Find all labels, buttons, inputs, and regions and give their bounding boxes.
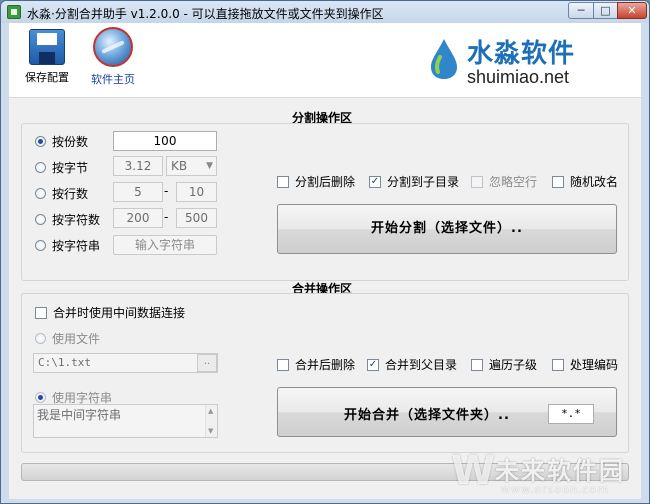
scroll-down-icon: ▼ bbox=[208, 427, 214, 435]
brand-name-cn: 水淼软件 bbox=[467, 39, 576, 69]
check-icon: ✓ bbox=[367, 358, 379, 371]
split-mode-chars[interactable]: 按字符数 bbox=[35, 211, 100, 228]
merge-option-delete[interactable]: 合并后删除 bbox=[277, 356, 355, 373]
chars-to-input[interactable]: 500 bbox=[176, 208, 217, 228]
split-option-delete[interactable]: 分割后删除 bbox=[277, 173, 355, 190]
middle-file-input[interactable]: C:\1.txt bbox=[33, 353, 218, 373]
textarea-scrollbar[interactable]: ▲ ▼ bbox=[205, 405, 217, 437]
app-icon bbox=[7, 5, 21, 19]
check-icon: ✓ bbox=[369, 175, 381, 188]
split-mode-lines[interactable]: 按行数 bbox=[35, 185, 88, 202]
split-option-subdir[interactable]: ✓ 分割到子目录 bbox=[369, 173, 459, 190]
checkbox-indicator bbox=[277, 358, 289, 371]
header: 保存配置 软件主页 水淼软件 shuimiao.net bbox=[9, 23, 641, 98]
bytes-unit-select[interactable]: KB ▼ bbox=[166, 156, 217, 176]
homepage-label: 软件主页 bbox=[91, 73, 135, 86]
merge-option-label: 遍历子级 bbox=[489, 358, 538, 372]
split-mode-parts[interactable]: 按份数 bbox=[35, 133, 88, 150]
split-option-label: 分割到子目录 bbox=[387, 175, 460, 189]
checkbox-indicator bbox=[277, 175, 289, 188]
split-mode-label: 按份数 bbox=[52, 135, 89, 149]
globe-icon bbox=[93, 27, 133, 67]
use-file-label: 使用文件 bbox=[52, 332, 101, 346]
split-mode-bytes[interactable]: 按字节 bbox=[35, 159, 88, 176]
brand-logo: 水淼软件 shuimiao.net bbox=[427, 29, 617, 91]
lines-to-input[interactable]: 10 bbox=[176, 182, 217, 202]
maximize-button[interactable]: □ bbox=[593, 2, 618, 19]
app-window: 水淼·分割合并助手 v1.2.0.0 - 可以直接拖放文件或文件夹到操作区 ─ … bbox=[0, 0, 650, 504]
middle-string-textarea[interactable]: 我是中间字符串 ▲ ▼ bbox=[33, 404, 218, 438]
title-bar[interactable]: 水淼·分割合并助手 v1.2.0.0 - 可以直接拖放文件或文件夹到操作区 ─ … bbox=[1, 1, 649, 23]
client-area: 保存配置 软件主页 水淼软件 shuimiao.net 分割操作区 按份数 10… bbox=[9, 23, 641, 499]
split-option-label: 忽略空行 bbox=[489, 175, 538, 189]
split-mode-string[interactable]: 按字符串 bbox=[35, 237, 100, 254]
browse-button[interactable]: .. bbox=[197, 354, 217, 372]
radio-indicator bbox=[35, 240, 46, 251]
lines-from-input[interactable]: 5 bbox=[113, 182, 163, 202]
use-middle-data-label: 合并时使用中间数据连接 bbox=[53, 306, 186, 320]
split-option-label: 分割后删除 bbox=[295, 175, 356, 189]
input-string-button[interactable]: 输入字符串 bbox=[113, 235, 217, 255]
bytes-unit-value: KB bbox=[171, 159, 188, 173]
split-option-label: 随机改名 bbox=[570, 175, 619, 189]
start-merge-label: 开始合并（选择文件夹）.. bbox=[344, 408, 510, 423]
progress-bar bbox=[21, 463, 629, 481]
split-mode-label: 按行数 bbox=[52, 187, 89, 201]
window-title: 水淼·分割合并助手 v1.2.0.0 - 可以直接拖放文件或文件夹到操作区 bbox=[27, 7, 384, 21]
scroll-up-icon: ▲ bbox=[208, 407, 214, 415]
split-option-ignore-empty[interactable]: 忽略空行 bbox=[471, 173, 537, 190]
merge-option-traverse[interactable]: 遍历子级 bbox=[471, 356, 537, 373]
save-config-button[interactable]: 保存配置 bbox=[23, 29, 71, 85]
minimize-button[interactable]: ─ bbox=[568, 2, 594, 19]
brand-name-en: shuimiao.net bbox=[467, 67, 570, 87]
extension-filter-input[interactable]: *.* bbox=[548, 404, 594, 424]
chevron-down-icon: ▼ bbox=[206, 161, 213, 171]
use-middle-data-checkbox[interactable]: 合并时使用中间数据连接 bbox=[35, 304, 185, 321]
radio-indicator bbox=[35, 136, 46, 147]
split-mode-label: 按字节 bbox=[52, 161, 89, 175]
start-merge-button[interactable]: 开始合并（选择文件夹）.. *.* bbox=[277, 387, 617, 437]
use-file-radio[interactable]: 使用文件 bbox=[35, 330, 100, 347]
checkbox-indicator bbox=[552, 358, 564, 371]
water-drop-icon bbox=[431, 39, 457, 79]
radio-indicator bbox=[35, 333, 46, 344]
split-option-random-rename[interactable]: 随机改名 bbox=[552, 173, 618, 190]
checkbox-indicator bbox=[35, 306, 47, 319]
start-split-button[interactable]: 开始分割（选择文件）.. bbox=[277, 204, 617, 254]
checkbox-indicator bbox=[552, 175, 564, 188]
radio-indicator bbox=[35, 392, 46, 403]
merge-option-parent-dir[interactable]: ✓ 合并到父目录 bbox=[367, 356, 457, 373]
merge-option-label: 处理编码 bbox=[570, 358, 619, 372]
save-icon bbox=[29, 29, 65, 65]
merge-option-label: 合并后删除 bbox=[295, 358, 356, 372]
merge-option-label: 合并到父目录 bbox=[385, 358, 458, 372]
bytes-input[interactable]: 3.12 bbox=[113, 156, 163, 176]
close-button[interactable]: ✕ bbox=[617, 2, 647, 19]
range-separator: - bbox=[164, 184, 169, 198]
radio-indicator bbox=[35, 214, 46, 225]
save-config-label: 保存配置 bbox=[25, 71, 69, 84]
homepage-button[interactable]: 软件主页 bbox=[85, 27, 141, 87]
split-mode-label: 按字符串 bbox=[52, 239, 101, 253]
radio-indicator bbox=[35, 162, 46, 173]
checkbox-indicator bbox=[471, 175, 483, 188]
middle-string-value: 我是中间字符串 bbox=[37, 408, 122, 422]
merge-option-encoding[interactable]: 处理编码 bbox=[552, 356, 618, 373]
radio-indicator bbox=[35, 188, 46, 199]
chars-from-input[interactable]: 200 bbox=[113, 208, 163, 228]
split-mode-label: 按字符数 bbox=[52, 213, 101, 227]
parts-input[interactable]: 100 bbox=[113, 131, 217, 151]
range-separator: - bbox=[164, 210, 169, 224]
checkbox-indicator bbox=[471, 358, 483, 371]
